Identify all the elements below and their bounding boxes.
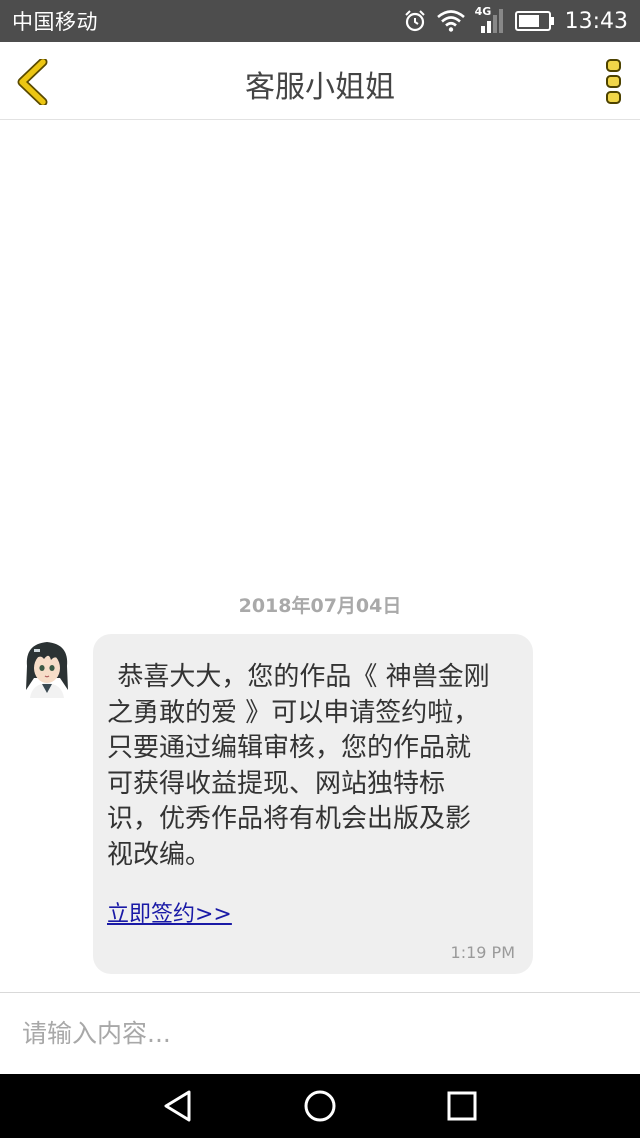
system-nav-bar bbox=[0, 1074, 640, 1138]
date-divider: 2018年07月04日 bbox=[238, 595, 402, 617]
alarm-icon bbox=[403, 9, 427, 33]
status-icons: 4G 13:43 bbox=[403, 5, 628, 34]
app-header: 客服小姐姐 bbox=[0, 42, 640, 120]
message-input[interactable] bbox=[22, 1011, 612, 1055]
circle-home-icon bbox=[304, 1090, 336, 1122]
nav-recents-button[interactable] bbox=[444, 1088, 480, 1124]
square-recents-icon bbox=[447, 1091, 477, 1121]
chat-area[interactable]: 2018年07月04日 恭喜大大，您的作品《 神兽金刚之勇敢的爱 》可以申请签约… bbox=[0, 121, 640, 992]
signal-icon: 4G bbox=[475, 5, 505, 34]
message-text: 恭喜大大，您的作品《 神兽金刚之勇敢的爱 》可以申请签约啦，只要通过编辑审核，您… bbox=[107, 662, 490, 870]
page-title: 客服小姐姐 bbox=[245, 70, 395, 105]
nav-home-button[interactable] bbox=[302, 1088, 338, 1124]
message-time: 1:19 PM bbox=[450, 943, 515, 962]
more-options-button[interactable] bbox=[604, 58, 624, 106]
back-button[interactable] bbox=[16, 57, 52, 107]
nav-back-button[interactable] bbox=[160, 1088, 196, 1124]
sign-contract-link[interactable]: 立即签约>> bbox=[107, 896, 232, 928]
message-bubble[interactable]: 恭喜大大，您的作品《 神兽金刚之勇敢的爱 》可以申请签约啦，只要通过编辑审核，您… bbox=[93, 634, 533, 974]
wifi-icon bbox=[436, 10, 465, 32]
status-bar: 中国移动 4G 13:43 bbox=[0, 0, 640, 42]
clock-label: 13:43 bbox=[564, 8, 628, 34]
message-input-bar bbox=[0, 992, 640, 1074]
carrier-label: 中国移动 bbox=[12, 10, 98, 34]
triangle-back-icon bbox=[164, 1090, 191, 1122]
more-vertical-icon bbox=[606, 59, 621, 104]
chevron-left-icon bbox=[17, 57, 48, 107]
chat-screen: 中国移动 4G 13:43 客服小姐姐 2018年07月04日 恭喜大大，您的作… bbox=[0, 0, 640, 1138]
agent-avatar[interactable] bbox=[22, 638, 72, 698]
battery-icon bbox=[514, 11, 555, 31]
